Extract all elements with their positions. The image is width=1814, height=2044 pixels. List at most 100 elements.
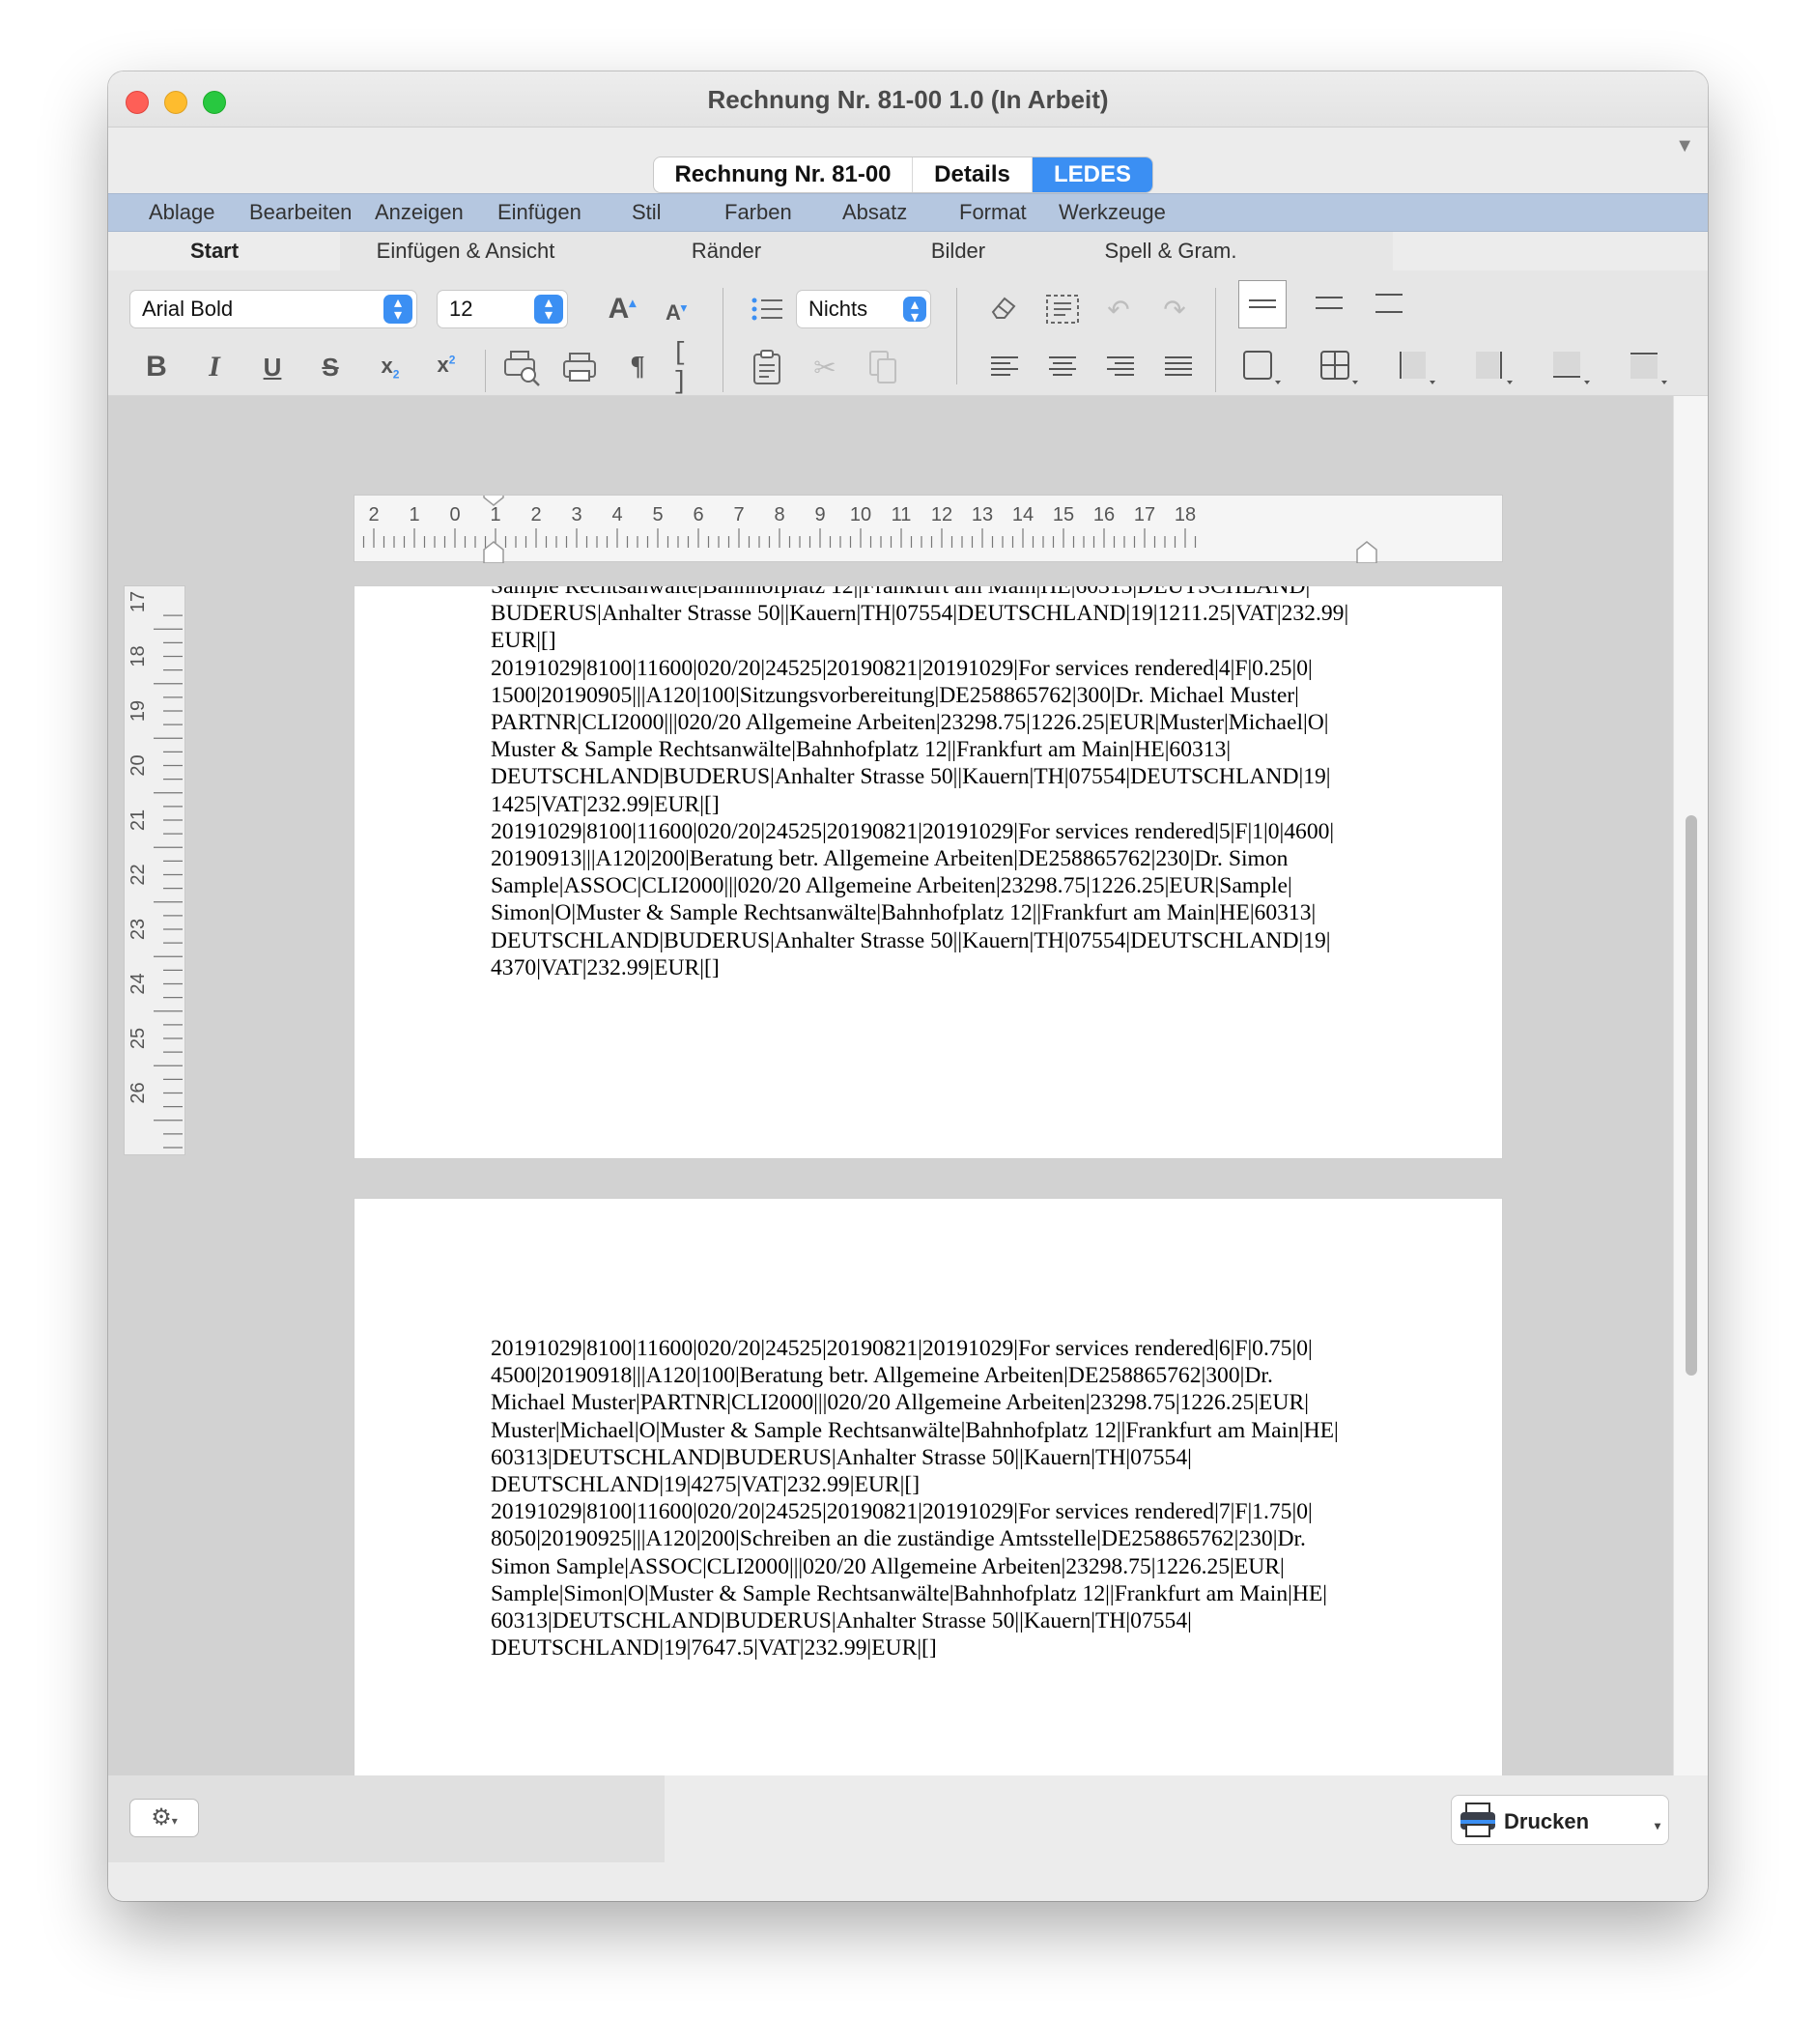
scrollbar-thumb[interactable] xyxy=(1686,815,1697,1376)
text-line: 8050|20190925|||A120|200|Schreiben an di… xyxy=(491,1526,1306,1552)
ruler-label: 12 xyxy=(931,504,952,525)
redo-icon[interactable]: ↷ xyxy=(1153,288,1196,330)
menu-anzeigen[interactable]: Anzeigen xyxy=(375,200,464,225)
strikethrough-icon[interactable]: S xyxy=(309,346,352,388)
border-box-icon[interactable] xyxy=(1240,346,1283,388)
ruler-label: 4 xyxy=(611,504,622,525)
font-size-value: 12 xyxy=(449,297,473,321)
ruler-label: 23 xyxy=(128,919,149,940)
text-line: DEUTSCHLAND|19|4275|VAT|232.99|EUR|[] xyxy=(491,1472,921,1498)
eraser-icon[interactable] xyxy=(983,286,1026,328)
page-body-text[interactable]: 20191029|8100|11600|020/20|24525|2019082… xyxy=(491,1335,1339,1661)
tab-ledes[interactable]: LEDES xyxy=(1033,157,1152,192)
bottom-bar: ⚙▾ Drucken ▾ xyxy=(108,1775,1708,1901)
list-icon[interactable] xyxy=(746,288,788,330)
right-indent-marker[interactable] xyxy=(1356,541,1377,563)
ruler-label: 26 xyxy=(128,1082,149,1103)
ruler-label: 9 xyxy=(814,504,825,525)
paste-icon[interactable] xyxy=(746,346,788,388)
border-top-icon[interactable] xyxy=(1627,346,1669,388)
border-bottom-icon[interactable] xyxy=(1549,346,1592,388)
window-title: Rechnung Nr. 81-00 1.0 (In Arbeit) xyxy=(707,85,1109,114)
ruler-label: 20 xyxy=(128,754,149,776)
align-center-icon[interactable] xyxy=(1041,346,1084,388)
line-spacing-medium-icon[interactable] xyxy=(1308,282,1350,325)
ruler-label: 7 xyxy=(733,504,744,525)
align-right-icon[interactable] xyxy=(1099,346,1142,388)
menu-ablage[interactable]: Ablage xyxy=(149,200,215,225)
menu-farben[interactable]: Farben xyxy=(724,200,792,225)
ribbon-tab-start[interactable]: Start xyxy=(147,232,282,270)
tab-details[interactable]: Details xyxy=(913,157,1033,192)
menu-absatz[interactable]: Absatz xyxy=(842,200,907,225)
document-page[interactable]: Sample Rechtsanwälte|Bahnhofplatz 12||Fr… xyxy=(354,585,1503,1159)
menu-stil[interactable]: Stil xyxy=(632,200,662,225)
page-body-text[interactable]: Sample Rechtsanwälte|Bahnhofplatz 12||Fr… xyxy=(491,585,1348,981)
text-line: 20191029|8100|11600|020/20|24525|2019082… xyxy=(491,818,1335,844)
border-left-icon[interactable] xyxy=(1395,346,1437,388)
justify-icon[interactable] xyxy=(1157,346,1200,388)
text-line: Sample|ASSOC|CLI2000|||020/20 Allgemeine… xyxy=(491,873,1292,899)
copy-icon[interactable] xyxy=(862,346,904,388)
font-size-select[interactable]: 12 ▴ ▾ xyxy=(437,290,568,328)
underline-icon[interactable]: U xyxy=(251,346,294,388)
ruler-label: 16 xyxy=(1093,504,1115,525)
ruler-label: 15 xyxy=(1053,504,1074,525)
list-style-stepper-icon[interactable]: ▴ ▾ xyxy=(903,297,926,326)
line-spacing-single-icon[interactable] xyxy=(1238,280,1287,328)
ruler-label: 0 xyxy=(449,504,460,525)
vertical-scrollbar[interactable] xyxy=(1673,396,1708,1775)
bold-icon[interactable]: B xyxy=(135,346,178,388)
ruler-label: 13 xyxy=(972,504,993,525)
ruler-label: 2 xyxy=(530,504,541,525)
print-button[interactable]: Drucken ▾ xyxy=(1451,1795,1669,1845)
decrease-font-size-icon[interactable]: A▾ xyxy=(655,292,697,334)
subscript-icon[interactable]: x2 xyxy=(369,346,411,388)
undo-icon[interactable]: ↶ xyxy=(1097,288,1140,330)
ruler-label: 21 xyxy=(128,809,149,831)
ribbon-tab-spelling[interactable]: Spell & Gram. xyxy=(1074,232,1267,270)
font-family-select[interactable]: Arial Bold ▴ ▾ xyxy=(129,290,417,328)
text-line: DEUTSCHLAND|19|7647.5|VAT|232.99|EUR|[] xyxy=(491,1635,937,1661)
ribbon-tab-insert-view[interactable]: Einfügen & Ansicht xyxy=(350,232,581,270)
superscript-icon[interactable]: x2 xyxy=(425,344,468,386)
tab-invoice[interactable]: Rechnung Nr. 81-00 xyxy=(654,157,913,192)
ruler-label: 10 xyxy=(850,504,871,525)
horizontal-ruler[interactable]: 2 1 0 1 2 3 4 5 6 7 8 9 10 11 12 13 14 15 16 17 18 xyxy=(354,495,1503,563)
line-spacing-double-icon[interactable] xyxy=(1368,282,1410,325)
border-right-icon[interactable] xyxy=(1472,346,1515,388)
text-line: 60313|DEUTSCHLAND|BUDERUS|Anhalter Stras… xyxy=(491,1608,1192,1634)
collapse-triangle-icon[interactable]: ▼ xyxy=(1675,135,1694,157)
paragraph-marks-icon[interactable]: ¶ xyxy=(616,346,659,388)
menu-format[interactable]: Format xyxy=(959,200,1027,225)
menu-bearbeiten[interactable]: Bearbeiten xyxy=(249,200,352,225)
printer-icon xyxy=(1460,1803,1495,1837)
text-line: Sample Rechtsanwälte|Bahnhofplatz 12||Fr… xyxy=(491,585,1311,599)
list-style-select[interactable]: Nichts ▴ ▾ xyxy=(796,290,931,328)
table-grid-icon[interactable] xyxy=(1318,346,1360,388)
brackets-icon[interactable]: [ ] xyxy=(672,338,715,396)
vertical-ruler[interactable]: 17 18 19 20 21 22 23 24 25 26 xyxy=(124,585,185,1155)
document-canvas[interactable]: 2 1 0 1 2 3 4 5 6 7 8 9 10 11 12 13 14 15 16 17 18 17 18 19 20 2… xyxy=(108,396,1673,1775)
increase-font-size-icon[interactable]: A▴ xyxy=(601,288,643,330)
print-preview-icon[interactable] xyxy=(500,346,543,388)
italic-icon[interactable]: I xyxy=(193,346,236,388)
printer-icon[interactable] xyxy=(558,346,601,388)
align-left-icon[interactable] xyxy=(983,346,1026,388)
ruler-label: 19 xyxy=(128,700,149,722)
title-bar[interactable]: Rechnung Nr. 81-00 1.0 (In Arbeit) xyxy=(108,71,1708,128)
document-page[interactable]: 20191029|8100|11600|020/20|24525|2019082… xyxy=(354,1198,1503,1775)
font-family-stepper-icon[interactable]: ▴ ▾ xyxy=(383,295,412,324)
text-line: 1500|20190905|||A120|100|Sitzungsvorbere… xyxy=(491,682,1299,708)
left-indent-marker[interactable] xyxy=(483,541,504,563)
view-tabs: Rechnung Nr. 81-00 Details LEDES xyxy=(653,156,1153,193)
font-size-stepper-icon[interactable]: ▴ ▾ xyxy=(534,295,563,324)
ribbon-tab-margins[interactable]: Ränder xyxy=(649,232,804,270)
ribbon-tab-images[interactable]: Bilder xyxy=(881,232,1035,270)
select-all-icon[interactable] xyxy=(1041,288,1084,330)
cut-icon[interactable]: ✂ xyxy=(804,346,846,388)
chevron-down-icon: ▾ xyxy=(1654,1819,1660,1832)
menu-einfuegen[interactable]: Einfügen xyxy=(497,200,581,225)
menu-werkzeuge[interactable]: Werkzeuge xyxy=(1059,200,1166,225)
settings-menu-button[interactable]: ⚙▾ xyxy=(129,1799,199,1837)
